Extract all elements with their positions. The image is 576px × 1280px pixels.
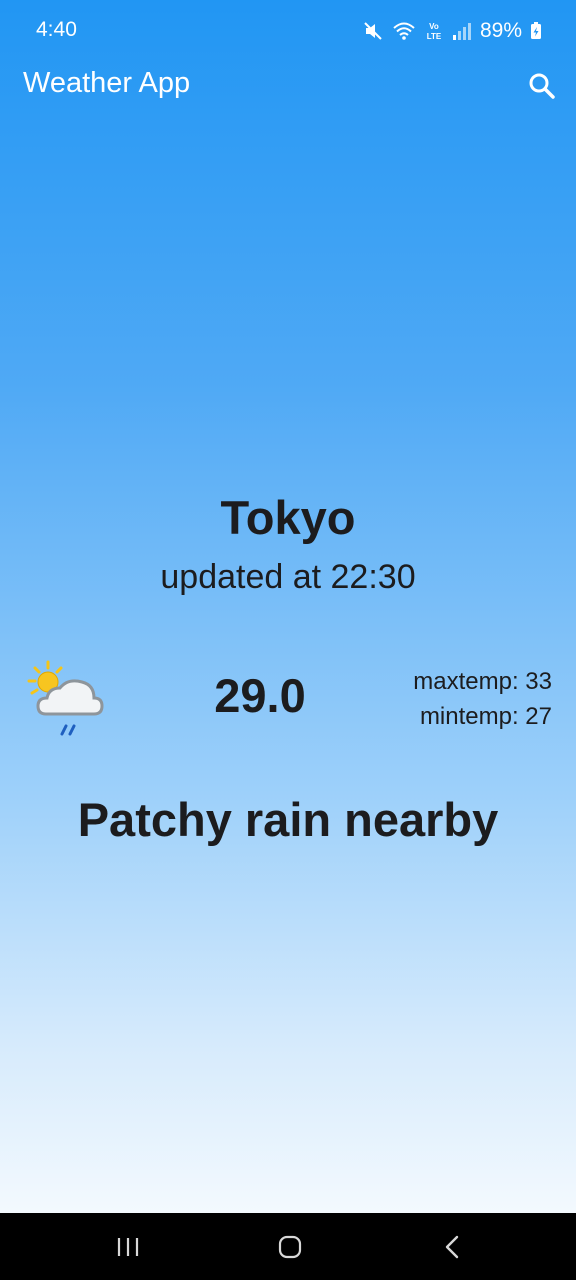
app-title: Weather App <box>23 67 191 99</box>
recent-apps-button[interactable] <box>108 1231 148 1263</box>
weather-condition: Patchy rain nearby <box>77 793 499 846</box>
app-bar: Weather App <box>0 62 576 110</box>
battery-charging-icon <box>530 22 542 40</box>
status-time: 4:40 <box>36 18 77 41</box>
temperature-value: 29.0 <box>214 669 306 722</box>
updated-time: updated at 22:30 <box>160 558 416 596</box>
home-icon <box>278 1235 302 1259</box>
mute-icon <box>362 20 384 42</box>
navigation-bar <box>0 1213 576 1280</box>
back-icon <box>445 1235 459 1259</box>
svg-text:Vo: Vo <box>429 22 439 31</box>
status-icons: Vo LTE 89% <box>362 17 542 45</box>
status-bar: 4:40 Vo LTE 89% <box>0 0 576 62</box>
city-name: Tokyo <box>220 491 356 544</box>
home-button[interactable] <box>270 1231 310 1263</box>
patchy-rain-icon <box>26 660 108 738</box>
min-temp: mintemp: 27 <box>419 703 552 730</box>
search-button[interactable] <box>526 70 558 102</box>
recent-apps-icon <box>117 1238 139 1256</box>
weather-screen: 4:40 Vo LTE 89% Weather App Tokyo update… <box>0 0 576 1280</box>
max-temp: maxtemp: 33 <box>413 668 552 695</box>
search-icon <box>529 73 555 99</box>
back-button[interactable] <box>432 1231 472 1263</box>
signal-icon <box>452 21 472 41</box>
volte-icon: Vo LTE <box>424 20 444 42</box>
battery-percent: 89% <box>479 19 522 42</box>
wifi-icon <box>392 21 416 41</box>
weather-summary-row: 29.0 maxtemp: 33 mintemp: 27 <box>0 656 576 746</box>
min-max-temps: maxtemp: 33 mintemp: 27 <box>413 664 552 734</box>
svg-text:LTE: LTE <box>427 32 442 41</box>
